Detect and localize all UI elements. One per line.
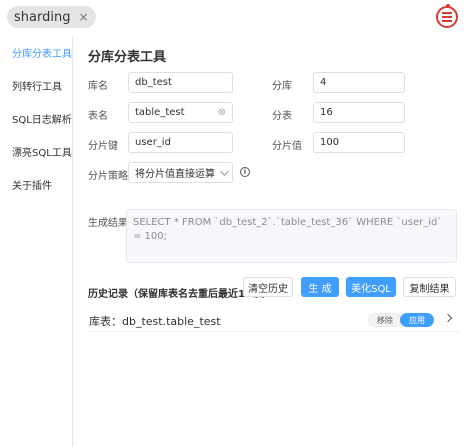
shard-key-label: 分片键	[88, 141, 118, 152]
remove-button[interactable]: 移除	[368, 313, 402, 327]
apply-button[interactable]: 应用	[400, 313, 434, 327]
tab-sharding[interactable]: sharding ×	[7, 6, 96, 28]
tab-label: sharding	[14, 9, 71, 25]
sidebar-item-sharding-tool[interactable]: 分库分表工具	[12, 45, 72, 60]
clear-icon[interactable]: ⊗	[218, 107, 226, 118]
copy-result-button[interactable]: 复制结果	[403, 277, 456, 297]
sidebar-item-pretty-sql[interactable]: 漂亮SQL工具	[12, 144, 72, 159]
table-name-input[interactable]: table_test ⊗	[128, 102, 233, 123]
chevron-right-icon[interactable]	[443, 313, 453, 323]
db-count-select[interactable]: 4	[313, 72, 405, 93]
strategy-label: 分片策略	[88, 171, 128, 182]
close-icon[interactable]: ×	[78, 10, 88, 24]
beautify-sql-button[interactable]: 美化SQL	[346, 277, 396, 297]
clear-history-button[interactable]: 清空历史	[243, 277, 293, 297]
info-icon[interactable]: i	[240, 167, 250, 177]
chevron-down-icon	[220, 166, 229, 176]
table-count-select[interactable]: 16	[313, 102, 405, 123]
app-logo-icon[interactable]	[436, 4, 458, 28]
result-textarea[interactable]: SELECT * FROM `db_test_2`.`table_test_36…	[126, 209, 457, 263]
generate-button[interactable]: 生 成	[301, 277, 339, 297]
result-label: 生成结果	[88, 218, 128, 229]
db-name-label: 库名	[88, 81, 108, 92]
sidebar: 分库分表工具 列转行工具 SQL日志解析 漂亮SQL工具 关于插件	[0, 36, 73, 447]
table-count-label: 分表	[272, 111, 292, 122]
db-name-input[interactable]: db_test	[128, 72, 233, 93]
shard-key-input[interactable]: user_id	[128, 132, 233, 153]
sidebar-item-column-to-row[interactable]: 列转行工具	[12, 78, 62, 93]
table-name-label: 表名	[88, 111, 108, 122]
top-bar: sharding ×	[0, 0, 474, 36]
sidebar-item-sql-log-parse[interactable]: SQL日志解析	[12, 111, 72, 126]
db-count-label: 分库	[272, 81, 292, 92]
history-item-text: 库表：db_test.table_test	[89, 315, 221, 328]
strategy-select[interactable]: 将分片值直接运算	[128, 162, 233, 183]
shard-value-label: 分片值	[272, 141, 302, 152]
sidebar-item-about[interactable]: 关于插件	[12, 177, 52, 192]
main-content: 分库分表工具 库名 db_test 分库 4 表名 table_test ⊗ 分…	[73, 36, 474, 447]
shard-value-input[interactable]: 100	[313, 132, 405, 153]
page-title: 分库分表工具	[88, 50, 167, 65]
history-item: 库表：db_test.table_test 移除 应用	[88, 309, 459, 332]
